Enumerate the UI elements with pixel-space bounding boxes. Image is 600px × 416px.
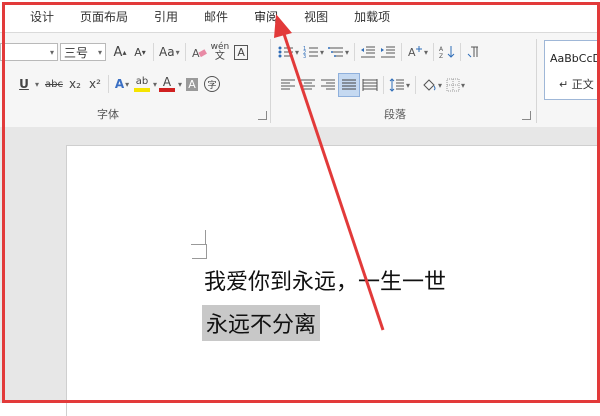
ribbon-panel: ▾ 三号 ▾ A ▴ A ▾ Aa ▾ A wén 文 A U ▾ abc x₂… bbox=[0, 32, 600, 128]
multilevel-list-button[interactable]: ▾ bbox=[326, 41, 351, 63]
sort-button[interactable]: AZ bbox=[437, 41, 457, 63]
chevron-down-icon[interactable]: ▾ bbox=[35, 80, 39, 89]
decrease-indent-button[interactable] bbox=[358, 41, 378, 63]
divider bbox=[383, 76, 384, 94]
document-text-line[interactable]: 我爱你到永远，一生一世 bbox=[204, 264, 446, 296]
tab-view[interactable]: 视图 bbox=[291, 0, 341, 32]
font-color-button[interactable]: A bbox=[157, 73, 177, 95]
shrink-font-button[interactable]: A ▾ bbox=[130, 41, 150, 63]
tab-references[interactable]: 引用 bbox=[141, 0, 191, 32]
font-name-combo[interactable]: ▾ bbox=[0, 43, 58, 61]
chevron-down-icon: ▾ bbox=[49, 47, 54, 57]
divider bbox=[415, 76, 417, 94]
tab-page-layout[interactable]: 页面布局 bbox=[67, 0, 141, 32]
style-preview: AaBbCcD bbox=[550, 52, 600, 65]
phonetic-guide-button[interactable]: wén 文 bbox=[209, 41, 232, 63]
increase-indent-button[interactable] bbox=[378, 41, 398, 63]
superscript-button[interactable]: x² bbox=[85, 73, 105, 95]
selected-text[interactable]: 永远不分离 bbox=[202, 305, 321, 341]
divider bbox=[108, 75, 109, 93]
pilcrow-icon bbox=[467, 46, 479, 58]
grow-font-button[interactable]: A ▴ bbox=[110, 41, 130, 63]
numbering-button[interactable]: 123 ▾ bbox=[301, 41, 326, 63]
font-group-label: 字体 bbox=[97, 108, 119, 121]
svg-text:3: 3 bbox=[303, 54, 306, 59]
align-right-icon bbox=[321, 79, 335, 90]
group-divider bbox=[536, 39, 537, 123]
subscript-button[interactable]: x₂ bbox=[65, 73, 85, 95]
align-center-icon bbox=[301, 79, 315, 90]
paragraph-dialog-launcher[interactable] bbox=[522, 111, 531, 120]
tab-design[interactable]: 设计 bbox=[0, 0, 67, 32]
distributed-icon bbox=[362, 79, 378, 91]
font-color-bar bbox=[159, 88, 176, 92]
font-size-value: 三号 bbox=[64, 45, 89, 60]
font-dialog-launcher[interactable] bbox=[258, 111, 267, 120]
divider bbox=[354, 43, 356, 61]
borders-button[interactable]: ▾ bbox=[444, 74, 467, 96]
highlight-color-bar bbox=[134, 88, 150, 92]
line-spacing-button[interactable]: ▾ bbox=[387, 74, 412, 96]
asian-layout-icon: A bbox=[408, 46, 423, 59]
divider bbox=[460, 43, 462, 61]
align-left-button[interactable] bbox=[278, 74, 298, 96]
underline-button[interactable]: U bbox=[14, 73, 34, 95]
bullets-button[interactable]: ▾ bbox=[276, 41, 301, 63]
strikethrough-button[interactable]: abc bbox=[43, 73, 65, 95]
group-divider bbox=[270, 39, 271, 123]
outdent-icon bbox=[361, 46, 376, 58]
justify-icon bbox=[342, 79, 356, 90]
paint-bucket-icon bbox=[423, 79, 436, 91]
character-border-button[interactable]: A bbox=[231, 41, 251, 63]
asian-layout-button[interactable]: A ▾ bbox=[405, 41, 430, 63]
align-center-button[interactable] bbox=[298, 74, 318, 96]
clear-format-button[interactable]: A bbox=[189, 41, 209, 63]
multilevel-list-icon bbox=[328, 47, 344, 57]
tab-review[interactable]: 审阅 bbox=[241, 0, 291, 32]
svg-text:A: A bbox=[439, 46, 444, 53]
font-size-combo[interactable]: 三号 ▾ bbox=[60, 43, 106, 61]
ribbon-tab-bar: 设计 页面布局 引用 邮件 审阅 视图 加载项 bbox=[0, 0, 600, 32]
svg-text:A: A bbox=[408, 46, 416, 59]
indent-icon bbox=[381, 46, 396, 58]
align-right-button[interactable] bbox=[318, 74, 338, 96]
divider bbox=[153, 43, 154, 61]
borders-icon bbox=[446, 78, 460, 92]
text-effects-button[interactable]: A ▾ bbox=[112, 73, 132, 95]
enclose-characters-button[interactable]: 字 bbox=[202, 73, 222, 95]
bullet-list-icon bbox=[278, 46, 293, 58]
divider bbox=[184, 43, 186, 61]
svg-text:Z: Z bbox=[439, 53, 443, 59]
line-spacing-icon bbox=[389, 78, 404, 92]
tab-addins[interactable]: 加载项 bbox=[341, 0, 403, 32]
style-name: ↵ 正文 bbox=[559, 78, 594, 91]
justify-button[interactable] bbox=[338, 73, 360, 97]
align-left-icon bbox=[281, 79, 295, 90]
divider bbox=[401, 43, 403, 61]
margin-corner-mark bbox=[192, 244, 207, 259]
numbered-list-icon: 123 bbox=[303, 46, 319, 59]
sort-icon: AZ bbox=[439, 46, 455, 59]
distributed-button[interactable] bbox=[360, 74, 380, 96]
highlight-button[interactable]: ab bbox=[132, 73, 152, 95]
change-case-button[interactable]: Aa ▾ bbox=[157, 41, 182, 63]
show-marks-button[interactable] bbox=[464, 41, 484, 63]
shading-button[interactable]: ▾ bbox=[419, 74, 444, 96]
tab-mailings[interactable]: 邮件 bbox=[191, 0, 241, 32]
chevron-down-icon: ▾ bbox=[97, 47, 102, 57]
eraser-icon: A bbox=[192, 47, 207, 59]
character-shading-button[interactable]: A bbox=[182, 73, 202, 95]
margin-corner-mark bbox=[191, 230, 206, 245]
paragraph-group-label: 段落 bbox=[384, 108, 406, 121]
style-gallery-normal[interactable]: AaBbCcD ↵ 正文 bbox=[544, 40, 600, 100]
divider bbox=[433, 43, 435, 61]
